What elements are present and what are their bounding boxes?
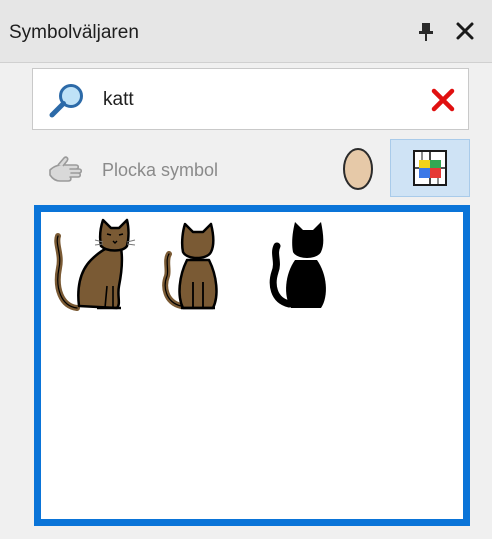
panel-title: Symbolväljaren <box>9 22 139 43</box>
cat-symbol-silhouette[interactable] <box>267 216 345 312</box>
skin-tone-icon[interactable] <box>340 145 376 193</box>
close-icon[interactable] <box>450 16 480 46</box>
search-icon <box>49 84 83 118</box>
search-input[interactable] <box>103 87 403 113</box>
pick-symbol-label: Plocka symbol <box>102 160 219 180</box>
cat-symbol-sitting[interactable] <box>51 216 139 312</box>
search-box[interactable] <box>32 68 469 130</box>
pin-icon[interactable] <box>413 18 439 44</box>
clear-x-icon[interactable] <box>429 86 457 114</box>
title-bar: Symbolväljaren <box>0 0 492 63</box>
symbol-picker-panel: Symbolväljaren Plocka symbol <box>0 0 492 539</box>
cat-symbol-front[interactable] <box>159 216 237 312</box>
hand-pointer-icon <box>49 156 83 182</box>
symbol-results-area[interactable] <box>34 205 470 526</box>
pick-symbol-button[interactable]: Plocka symbol <box>46 148 266 192</box>
color-grid-icon <box>413 150 447 186</box>
color-grid-button[interactable] <box>390 139 470 197</box>
